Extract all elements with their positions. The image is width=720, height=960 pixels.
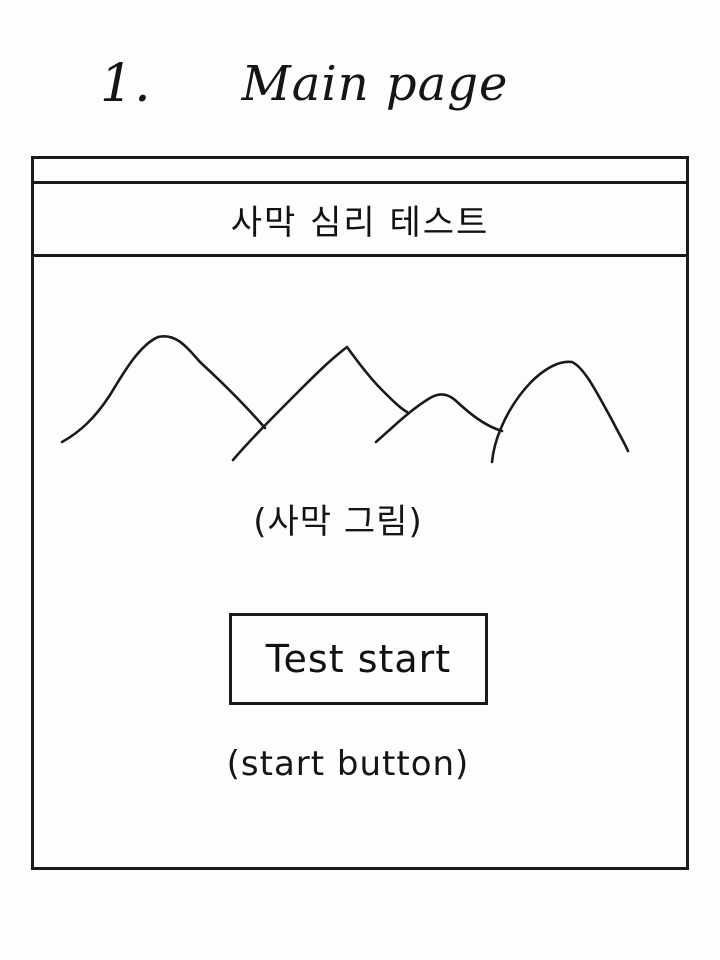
sheet-number: 1. bbox=[100, 54, 152, 114]
illustration-caption: (사막 그림) bbox=[253, 502, 423, 542]
sheet-heading: 1. Main page bbox=[100, 44, 508, 124]
start-button-caption: (start button) bbox=[226, 744, 470, 784]
app-title-bar: 사막 심리 테스트 bbox=[34, 184, 686, 257]
test-start-button[interactable]: Test start bbox=[229, 613, 488, 705]
status-bar bbox=[34, 159, 686, 184]
sheet-title: Main page bbox=[241, 56, 509, 112]
app-title: 사막 심리 테스트 bbox=[230, 202, 490, 243]
